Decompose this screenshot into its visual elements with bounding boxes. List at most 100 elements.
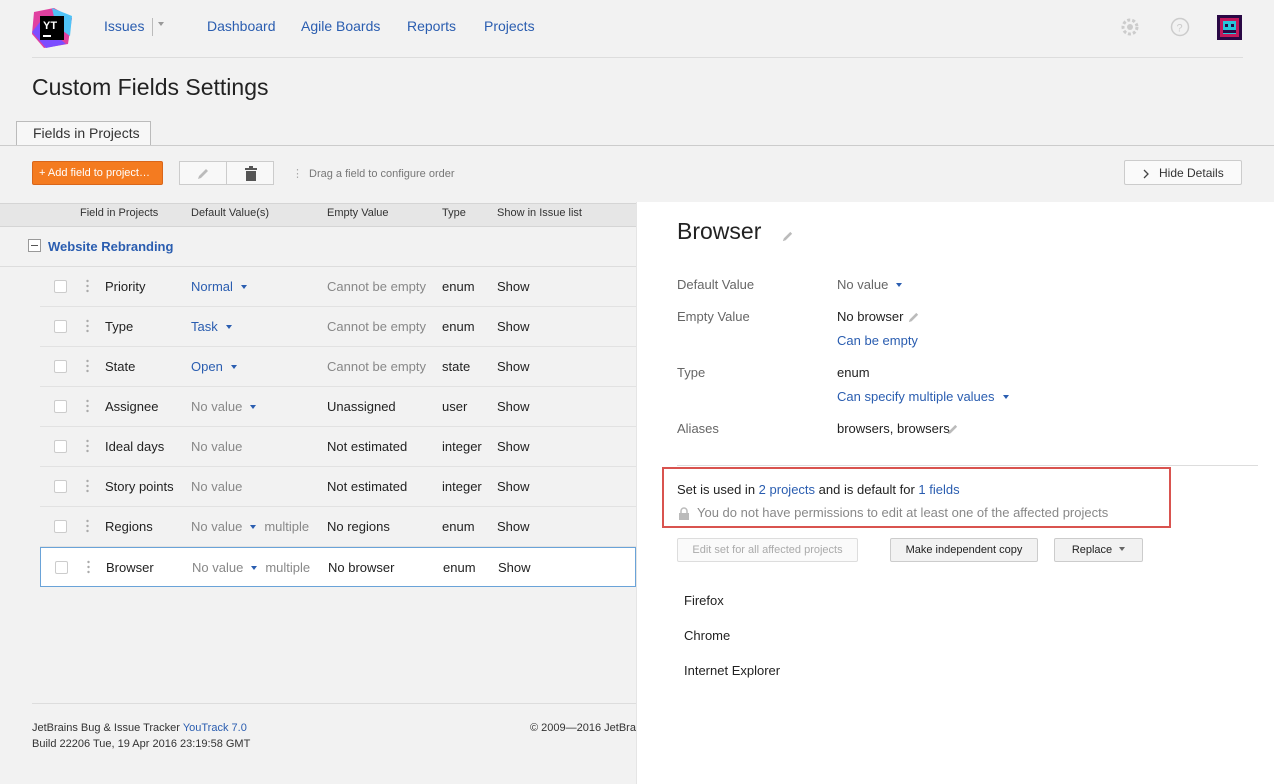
hide-details-button[interactable]: Hide Details xyxy=(1124,160,1242,185)
drag-handle-icon[interactable] xyxy=(86,519,89,533)
edit-title-pencil-icon[interactable] xyxy=(781,230,794,243)
tab-fields-in-projects[interactable]: Fields in Projects xyxy=(16,121,151,145)
empty-value[interactable]: Cannot be empty xyxy=(327,359,426,374)
field-name[interactable]: Type xyxy=(105,319,133,334)
edit-aliases-pencil-icon[interactable] xyxy=(946,423,959,436)
default-value[interactable]: No value multiple xyxy=(192,560,310,575)
nav-dashboard[interactable]: Dashboard xyxy=(207,18,276,34)
field-name[interactable]: Priority xyxy=(105,279,145,294)
footer-version-link[interactable]: YouTrack 7.0 xyxy=(183,722,247,734)
issues-dropdown-icon[interactable] xyxy=(158,22,164,26)
show-in-list[interactable]: Show xyxy=(498,560,531,575)
value-item[interactable]: Chrome xyxy=(684,628,730,643)
value-item[interactable]: Internet Explorer xyxy=(684,663,780,678)
show-in-list[interactable]: Show xyxy=(497,399,530,414)
row-checkbox[interactable] xyxy=(54,480,67,493)
drag-handle-icon[interactable] xyxy=(86,439,89,453)
default-value[interactable]: No value xyxy=(191,479,242,494)
default-value[interactable]: No value xyxy=(191,399,257,414)
default-value[interactable]: Normal xyxy=(191,279,247,294)
can-be-empty-link[interactable]: Can be empty xyxy=(837,333,918,348)
nav-agile-boards[interactable]: Agile Boards xyxy=(301,18,380,34)
projects-link[interactable]: 2 projects xyxy=(759,482,815,497)
row-checkbox[interactable] xyxy=(54,520,67,533)
empty-value[interactable]: Not estimated xyxy=(327,479,407,494)
make-independent-copy-button[interactable]: Make independent copy xyxy=(890,538,1038,562)
show-in-list[interactable]: Show xyxy=(497,479,530,494)
table-row[interactable]: Priority Normal Cannot be empty enum Show xyxy=(40,267,636,307)
show-in-list[interactable]: Show xyxy=(497,519,530,534)
drag-handle-icon[interactable] xyxy=(86,359,89,373)
field-name[interactable]: Regions xyxy=(105,519,153,534)
delete-button[interactable] xyxy=(226,161,274,185)
show-in-list[interactable]: Show xyxy=(497,439,530,454)
drag-handle-icon[interactable] xyxy=(86,279,89,293)
field-name[interactable]: State xyxy=(105,359,135,374)
empty-value[interactable]: No browser xyxy=(328,560,394,575)
field-name[interactable]: Assignee xyxy=(105,399,158,414)
drag-handle-icon[interactable] xyxy=(87,560,90,574)
collapse-icon[interactable] xyxy=(28,239,41,252)
show-in-list[interactable]: Show xyxy=(497,359,530,374)
empty-value[interactable]: No regions xyxy=(327,519,390,534)
table-row[interactable]: Ideal days No value Not estimated integer Sh… xyxy=(40,427,636,467)
default-value-select[interactable]: No value xyxy=(837,277,903,292)
table-row[interactable]: Assignee No value Unassigned user Show xyxy=(40,387,636,427)
empty-value[interactable]: Unassigned xyxy=(327,399,396,414)
value-item[interactable]: Firefox xyxy=(684,593,724,608)
field-name[interactable]: Ideal days xyxy=(105,439,164,454)
col-type[interactable]: Type xyxy=(442,207,466,219)
empty-value[interactable]: Cannot be empty xyxy=(327,279,426,294)
default-value[interactable]: No value xyxy=(191,439,242,454)
drag-handle-icon[interactable] xyxy=(86,399,89,413)
add-field-button[interactable]: + Add field to project… xyxy=(32,161,163,185)
footer-line-1: JetBrains Bug & Issue Tracker YouTrack 7… xyxy=(32,722,247,734)
table-row[interactable]: Regions No value multiple No regions enum Sho… xyxy=(40,507,636,547)
row-checkbox[interactable] xyxy=(54,320,67,333)
default-value[interactable]: No value multiple xyxy=(191,519,309,534)
settings-gear-icon[interactable] xyxy=(1120,17,1140,37)
edit-button[interactable] xyxy=(179,161,227,185)
multiple-values-select[interactable]: Can specify multiple values xyxy=(837,389,1009,404)
default-value[interactable]: Open xyxy=(191,359,237,374)
page-title: Custom Fields Settings xyxy=(32,74,269,100)
empty-value[interactable]: Not estimated xyxy=(327,439,407,454)
default-value-text: No value xyxy=(837,277,889,292)
col-default[interactable]: Default Value(s) xyxy=(191,207,269,219)
drag-handle-icon[interactable] xyxy=(86,479,89,493)
row-checkbox[interactable] xyxy=(54,440,67,453)
table-row[interactable]: Story points No value Not estimated integer… xyxy=(40,467,636,507)
row-checkbox[interactable] xyxy=(54,360,67,373)
drag-handle-icon[interactable] xyxy=(86,319,89,333)
row-checkbox[interactable] xyxy=(54,400,67,413)
nav-reports[interactable]: Reports xyxy=(407,18,456,34)
youtrack-logo[interactable]: YT xyxy=(32,8,72,48)
user-avatar[interactable] xyxy=(1217,15,1242,40)
col-empty[interactable]: Empty Value xyxy=(327,207,389,219)
fields-link[interactable]: 1 fields xyxy=(918,482,959,497)
aliases-label: Aliases xyxy=(677,421,719,436)
field-name[interactable]: Browser xyxy=(106,560,154,575)
edit-set-all-button[interactable]: Edit set for all affected projects xyxy=(677,538,858,562)
nav-projects[interactable]: Projects xyxy=(484,18,535,34)
row-checkbox[interactable] xyxy=(54,280,67,293)
table-row[interactable]: Type Task Cannot be empty enum Show xyxy=(40,307,636,347)
project-group-title[interactable]: Website Rebranding xyxy=(48,239,173,254)
table-row[interactable]: State Open Cannot be empty state Show xyxy=(40,347,636,387)
nav-issues[interactable]: Issues xyxy=(104,18,144,34)
default-value[interactable]: Task xyxy=(191,319,232,334)
replace-button[interactable]: Replace xyxy=(1054,538,1143,562)
empty-value[interactable]: Cannot be empty xyxy=(327,319,426,334)
edit-empty-value-pencil-icon[interactable] xyxy=(907,311,920,324)
field-name[interactable]: Story points xyxy=(105,479,174,494)
default-dropdown-icon xyxy=(230,365,237,369)
table-row[interactable]: Browser No value multiple No browser enum Sho… xyxy=(40,547,636,587)
help-icon[interactable]: ? xyxy=(1170,17,1190,37)
row-checkbox[interactable] xyxy=(55,561,68,574)
col-show[interactable]: Show in Issue list xyxy=(497,207,582,219)
replace-dropdown-icon xyxy=(1119,547,1126,551)
show-in-list[interactable]: Show xyxy=(497,319,530,334)
drag-handle-icon: ⋮ xyxy=(292,168,303,180)
show-in-list[interactable]: Show xyxy=(497,279,530,294)
col-field[interactable]: Field in Projects xyxy=(80,207,158,219)
